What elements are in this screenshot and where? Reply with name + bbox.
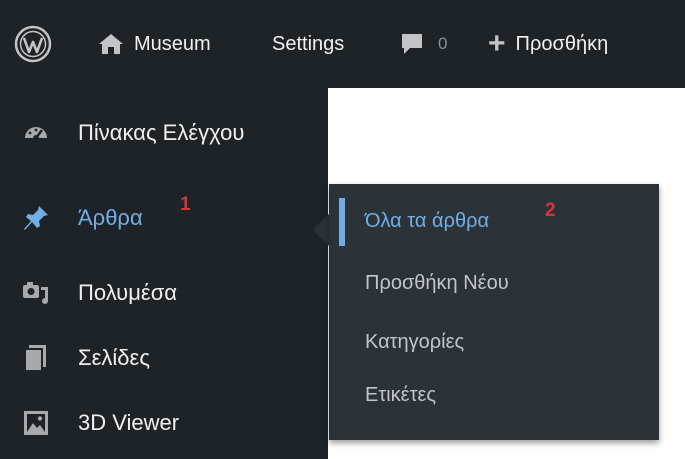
annotation-marker-2: 2	[545, 200, 556, 221]
dashboard-gauge-icon	[22, 119, 50, 147]
image-icon	[22, 409, 50, 437]
sidebar-item-label: Πίνακας Ελέγχου	[78, 120, 245, 145]
submenu-item-categories[interactable]: Κατηγορίες	[365, 331, 464, 354]
annotation-marker-1: 1	[180, 194, 191, 215]
sidebar-item-label: Πολυμέσα	[78, 280, 177, 305]
wordpress-logo-icon	[14, 25, 52, 63]
comment-bubble-icon	[402, 34, 422, 54]
new-content-label: Προσθήκη	[515, 32, 609, 55]
sidebar-item-media[interactable]: Πολυμέσα	[0, 263, 328, 323]
flyout-pointer	[313, 214, 329, 246]
new-content-link[interactable]: + Προσθήκη	[488, 0, 608, 88]
comments-link[interactable]: 0	[400, 0, 447, 88]
settings-link[interactable]: Settings	[272, 0, 344, 88]
sidebar-item-dashboard[interactable]: Πίνακας Ελέγχου	[0, 103, 328, 163]
pushpin-icon	[22, 204, 50, 232]
site-home-link[interactable]: Museum	[98, 0, 211, 88]
sidebar-item-label: Σελίδες	[78, 345, 150, 370]
home-icon	[99, 34, 123, 54]
settings-label: Settings	[272, 32, 345, 55]
media-camera-icon	[22, 279, 50, 307]
admin-sidebar: Πίνακας Ελέγχου Άρθρα 1 Πολυμέσα Σελίδες…	[0, 88, 328, 459]
sidebar-item-posts[interactable]: Άρθρα 1	[0, 188, 328, 248]
submenu-item-add-new[interactable]: Προσθήκη Νέου	[365, 272, 509, 295]
sidebar-item-label: Άρθρα	[78, 205, 143, 230]
submenu-item-tags[interactable]: Ετικέτες	[365, 384, 436, 407]
sidebar-item-pages[interactable]: Σελίδες	[0, 328, 328, 388]
admin-bar: Museum Settings 0 + Προσθήκη	[0, 0, 685, 88]
comments-count: 0	[438, 34, 448, 53]
submenu-active-indicator	[339, 198, 345, 246]
pages-icon	[22, 344, 50, 372]
submenu-item-all-posts[interactable]: Όλα τα άρθρα	[365, 210, 489, 233]
site-name: Museum	[134, 32, 211, 55]
sidebar-item-3d-viewer[interactable]: 3D Viewer	[0, 393, 328, 453]
sidebar-item-label: 3D Viewer	[78, 410, 180, 435]
plus-icon: +	[488, 27, 506, 60]
wordpress-logo-button[interactable]	[14, 0, 52, 88]
